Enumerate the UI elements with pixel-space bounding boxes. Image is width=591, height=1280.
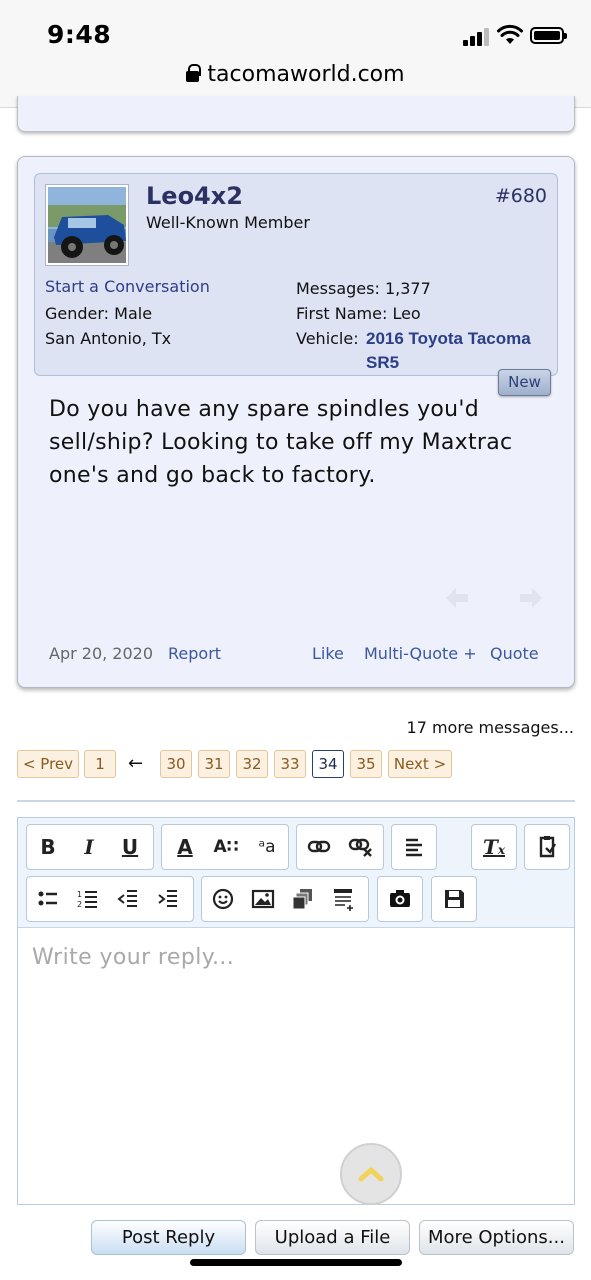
page: 9:48 tacomaworld.com Leo4x2 Well-Known M… <box>0 0 591 1280</box>
more-options-button[interactable]: More Options... <box>419 1220 574 1255</box>
vehicle-link[interactable]: 2016 Toyota Tacoma SR5 <box>366 327 556 375</box>
vehicle-label: Vehicle: <box>296 329 359 348</box>
text-style-group: B I U <box>26 824 154 870</box>
post-card: Leo4x2 Well-Known Member #680 Start a Co… <box>17 156 575 688</box>
page-32-button[interactable]: 32 <box>236 750 268 778</box>
outdent-icon[interactable] <box>113 877 143 921</box>
bullet-list-icon[interactable] <box>33 877 63 921</box>
home-indicator <box>190 1259 402 1266</box>
svg-text:2: 2 <box>77 900 82 909</box>
paste-group <box>524 824 570 870</box>
list-group: 12 <box>26 876 194 922</box>
link-group <box>296 824 384 870</box>
prev-page-button[interactable]: < Prev <box>17 750 79 778</box>
page-jump-arrow[interactable]: ← <box>128 750 143 778</box>
user-title: Well-Known Member <box>146 213 310 232</box>
quote-insert-icon[interactable] <box>328 877 358 921</box>
divider <box>17 800 575 802</box>
page-35-button[interactable]: 35 <box>350 750 382 778</box>
avatar[interactable] <box>46 185 128 265</box>
report-link[interactable]: Report <box>168 644 221 663</box>
indent-icon[interactable] <box>153 877 183 921</box>
format-group: Tx <box>471 824 517 870</box>
scroll-to-top-button[interactable] <box>340 1143 402 1205</box>
arrow-right-icon[interactable] <box>516 583 546 613</box>
user-message-count: Messages: 1,377 <box>296 279 431 298</box>
status-bar: 9:48 tacomaworld.com <box>0 0 591 108</box>
user-first-name: First Name: Leo <box>296 304 421 323</box>
post-body: Do you have any spare spindles you'd sel… <box>49 397 513 488</box>
svg-text:1: 1 <box>77 890 82 899</box>
reply-textarea[interactable]: Write your reply... <box>18 929 574 1204</box>
cellular-signal-icon <box>463 28 491 46</box>
wifi-icon <box>497 24 523 44</box>
page-30-button[interactable]: 30 <box>160 750 192 778</box>
post-number-link[interactable]: #680 <box>495 185 547 207</box>
remove-format-icon[interactable]: Tx <box>479 825 509 869</box>
camera-group <box>377 876 423 922</box>
like-link[interactable]: Like <box>312 644 344 663</box>
font-group: A A∷ ᵃa <box>161 824 289 870</box>
multi-quote-link[interactable]: Multi-Quote + <box>364 644 477 663</box>
align-group <box>391 824 437 870</box>
numbered-list-icon[interactable]: 12 <box>73 877 103 921</box>
insert-group <box>201 876 369 922</box>
battery-icon <box>530 27 567 44</box>
reply-editor: B I U A A∷ ᵃa Tx 1 2 Write your reply... <box>17 817 575 1205</box>
previous-post-bottom <box>17 96 575 132</box>
unlink-icon[interactable] <box>346 825 376 869</box>
user-gender: Gender: Male <box>45 304 153 323</box>
link-icon[interactable] <box>304 825 334 869</box>
username-link[interactable]: Leo4x2 <box>146 182 243 210</box>
clock: 9:48 <box>47 20 112 49</box>
reply-placeholder: Write your reply... <box>32 945 235 970</box>
post-reply-button[interactable]: Post Reply <box>91 1220 246 1255</box>
address-bar[interactable]: tacomaworld.com <box>0 62 591 87</box>
start-conversation-link[interactable]: Start a Conversation <box>45 277 210 296</box>
align-icon[interactable] <box>399 825 429 869</box>
post-date[interactable]: Apr 20, 2020 <box>49 644 153 663</box>
chevron-up-icon <box>358 1167 384 1182</box>
image-icon[interactable] <box>248 877 278 921</box>
next-page-button[interactable]: Next > <box>388 750 452 778</box>
page-34-current: 34 <box>312 750 344 778</box>
page-31-button[interactable]: 31 <box>198 750 230 778</box>
camera-icon[interactable] <box>385 877 415 921</box>
editor-toolbar: B I U A A∷ ᵃa Tx 1 2 <box>18 818 574 928</box>
new-badge: New <box>498 369 551 396</box>
save-group <box>431 876 477 922</box>
media-icon[interactable] <box>288 877 318 921</box>
paste-icon[interactable] <box>532 825 562 869</box>
upload-file-button[interactable]: Upload a File <box>255 1220 410 1255</box>
font-color-icon[interactable]: A <box>170 825 200 869</box>
italic-icon[interactable]: I <box>74 825 104 869</box>
font-size-icon[interactable]: A∷ <box>211 825 241 869</box>
quote-link[interactable]: Quote <box>490 644 539 663</box>
save-draft-icon[interactable] <box>439 877 469 921</box>
user-info-box: Leo4x2 Well-Known Member #680 Start a Co… <box>34 173 558 376</box>
arrow-left-icon[interactable] <box>442 583 472 613</box>
font-family-icon[interactable]: ᵃa <box>252 825 282 869</box>
page-33-button[interactable]: 33 <box>274 750 306 778</box>
more-messages-link[interactable]: 17 more messages... <box>407 718 574 737</box>
page-1-button[interactable]: 1 <box>84 750 116 778</box>
bold-icon[interactable]: B <box>33 825 63 869</box>
underline-icon[interactable]: U <box>115 825 145 869</box>
user-location: San Antonio, Tx <box>45 329 172 348</box>
lock-icon <box>186 64 202 82</box>
smiley-icon[interactable] <box>208 877 238 921</box>
url-text: tacomaworld.com <box>207 62 405 87</box>
